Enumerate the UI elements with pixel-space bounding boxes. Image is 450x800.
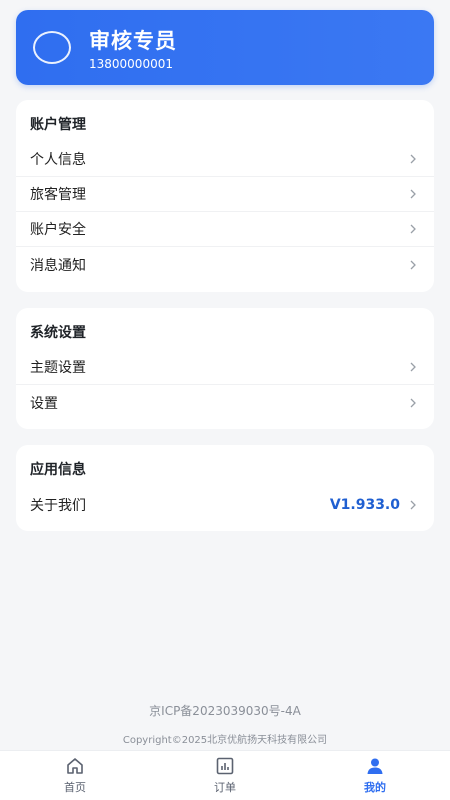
menu-item-label: 关于我们 (30, 497, 86, 514)
menu-item-account-security[interactable]: 账户安全 (16, 212, 434, 247)
chevron-right-icon (406, 258, 420, 272)
menu-item-personal-info[interactable]: 个人信息 (16, 142, 434, 177)
chart-icon (215, 756, 235, 776)
home-icon (65, 756, 85, 776)
nav-label: 我的 (364, 781, 386, 794)
chevron-right-icon (406, 396, 420, 410)
menu-item-label: 旅客管理 (30, 187, 86, 203)
nav-label: 首页 (64, 781, 86, 794)
menu-item-label: 消息通知 (30, 257, 86, 274)
account-section: 账户管理 个人信息 旅客管理 账户安全 消息通知 (16, 100, 434, 292)
version-label: V1.933.0 (329, 496, 400, 513)
icp-license[interactable]: 京ICP备2023039030号-4A (0, 702, 450, 719)
chevron-right-icon (406, 152, 420, 166)
user-name: 审核专员 (89, 29, 177, 53)
chevron-right-icon (406, 498, 420, 512)
menu-item-passenger-management[interactable]: 旅客管理 (16, 177, 434, 212)
menu-item-label: 设置 (30, 395, 58, 412)
section-title: 应用信息 (30, 462, 86, 478)
chevron-right-icon (406, 187, 420, 201)
app-info-section: 应用信息 关于我们 V1.933.0 (16, 445, 434, 531)
section-title: 系统设置 (30, 325, 86, 341)
menu-item-settings[interactable]: 设置 (16, 385, 434, 420)
profile-card[interactable]: 审核专员 13800000001 (16, 10, 434, 85)
bottom-nav: 首页 订单 我的 (0, 750, 450, 800)
nav-item-orders[interactable]: 订单 (150, 751, 300, 800)
menu-item-theme-settings[interactable]: 主题设置 (16, 350, 434, 385)
copyright-notice: Copyright©2025北京优航扬天科技有限公司 (122, 735, 328, 746)
nav-item-profile[interactable]: 我的 (300, 751, 450, 800)
chevron-right-icon (406, 222, 420, 236)
chevron-right-icon (406, 360, 420, 374)
menu-item-label: 个人信息 (30, 152, 86, 168)
section-title: 账户管理 (30, 117, 86, 133)
nav-item-home[interactable]: 首页 (0, 751, 150, 800)
user-icon (365, 756, 385, 776)
menu-item-label: 主题设置 (30, 360, 86, 376)
avatar[interactable] (33, 31, 71, 64)
menu-item-notifications[interactable]: 消息通知 (16, 247, 434, 282)
user-phone: 13800000001 (89, 57, 173, 71)
nav-label: 订单 (214, 781, 236, 794)
system-section: 系统设置 主题设置 设置 (16, 308, 434, 429)
menu-item-about-us[interactable]: 关于我们 V1.933.0 (16, 487, 434, 522)
menu-item-label: 账户安全 (30, 222, 86, 238)
